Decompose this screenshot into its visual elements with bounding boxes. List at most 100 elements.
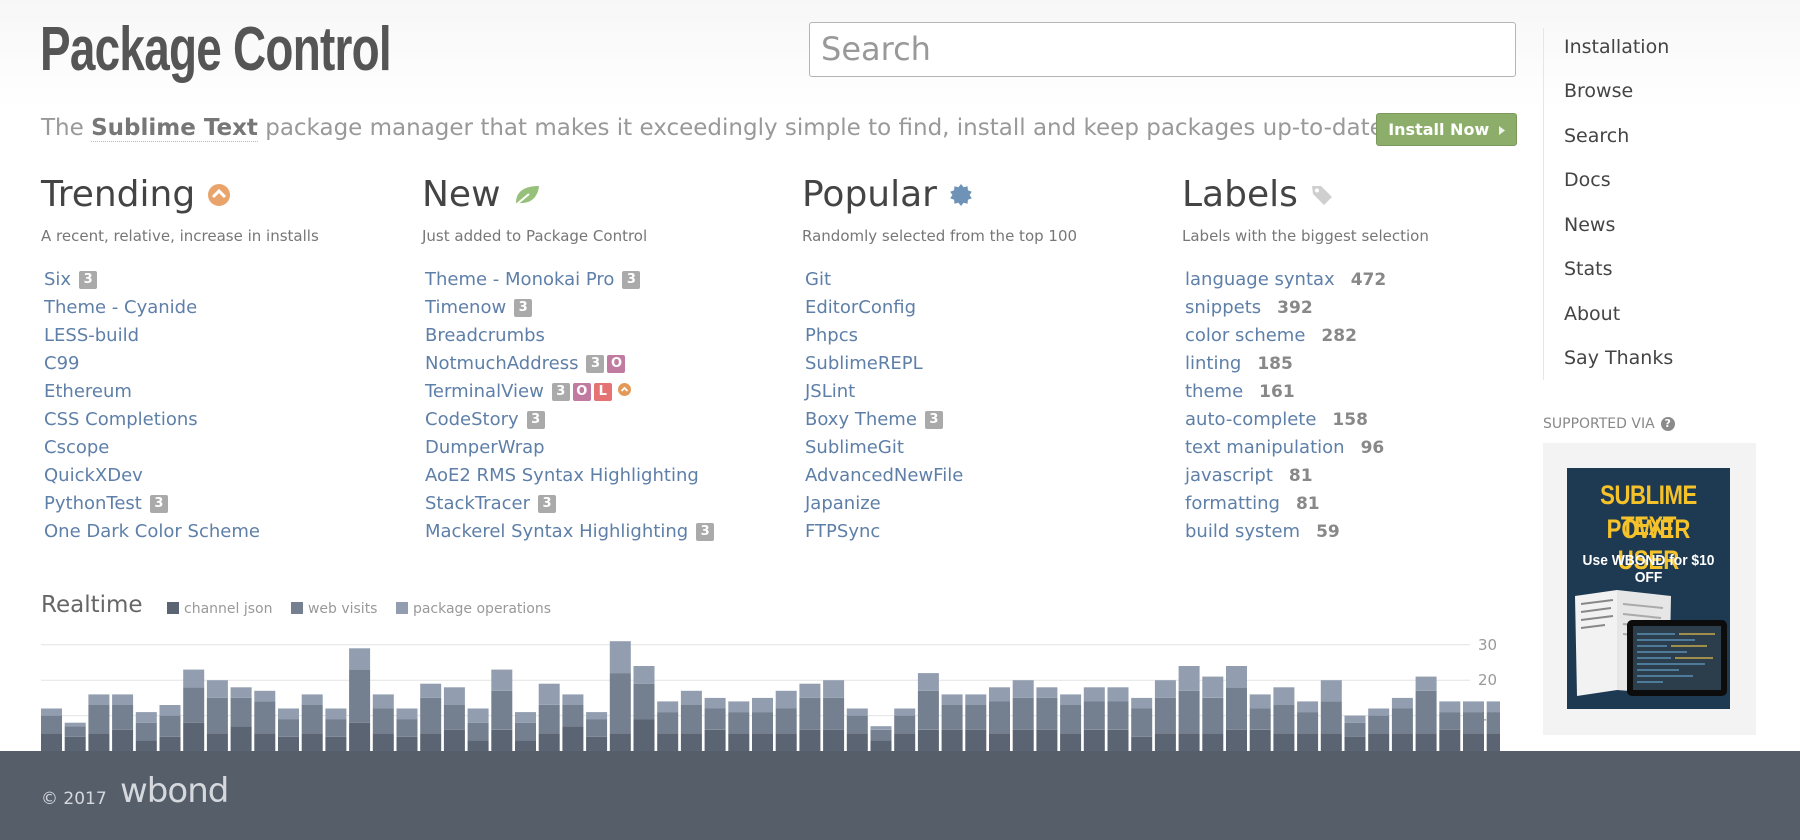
bar-web-visits bbox=[1439, 712, 1461, 730]
bar-web-visits bbox=[372, 708, 394, 734]
bar-package-operations bbox=[278, 708, 299, 720]
bar-package-operations bbox=[1320, 680, 1342, 702]
nav-news[interactable]: News bbox=[1564, 214, 1615, 236]
wbond-logo[interactable]: wbond bbox=[120, 771, 229, 811]
labels-subtitle: Labels with the biggest selection bbox=[1182, 227, 1429, 245]
label-link[interactable]: text manipulation bbox=[1185, 437, 1345, 458]
site-logo[interactable]: Package Control bbox=[40, 14, 392, 85]
badge-icon bbox=[949, 173, 973, 219]
bar-web-visits bbox=[823, 697, 845, 730]
list-item: color scheme 282 bbox=[1185, 322, 1386, 350]
label-count: 161 bbox=[1259, 382, 1295, 402]
legend-label: package operations bbox=[412, 601, 552, 617]
list-item: SublimeREPL bbox=[805, 350, 963, 378]
package-link[interactable]: QuickXDev bbox=[44, 465, 143, 486]
label-link[interactable]: linting bbox=[1185, 353, 1241, 374]
package-link[interactable]: EditorConfig bbox=[805, 297, 916, 318]
bar-web-visits bbox=[41, 715, 62, 734]
list-item: EditorConfig bbox=[805, 294, 963, 322]
bar-web-visits bbox=[586, 719, 608, 737]
label-link[interactable]: javascript bbox=[1185, 465, 1273, 486]
bar-package-operations bbox=[254, 690, 276, 702]
label-link[interactable]: build system bbox=[1185, 521, 1300, 542]
list-item: Cscope bbox=[44, 434, 260, 462]
nav-search[interactable]: Search bbox=[1564, 125, 1629, 147]
package-link[interactable]: Japanize bbox=[805, 493, 881, 514]
bar-channel-json bbox=[396, 736, 418, 751]
sponsor-ad[interactable]: SUBLIME TEXT POWER USER Use WBOND for $1… bbox=[1567, 468, 1730, 709]
list-item: TerminalView 3 O L bbox=[425, 378, 714, 406]
nav-say-thanks[interactable]: Say Thanks bbox=[1564, 347, 1673, 369]
package-link[interactable]: AdvancedNewFile bbox=[805, 465, 963, 486]
help-icon[interactable]: ? bbox=[1660, 417, 1675, 431]
new-title: New bbox=[422, 174, 501, 215]
label-link[interactable]: language syntax bbox=[1185, 269, 1335, 290]
package-link[interactable]: AoE2 RMS Syntax Highlighting bbox=[425, 465, 699, 486]
bar-channel-json bbox=[728, 733, 750, 751]
package-link[interactable]: CSS Completions bbox=[44, 409, 198, 430]
bar-web-visits bbox=[1083, 701, 1105, 730]
package-link[interactable]: Breadcrumbs bbox=[425, 325, 545, 346]
bar-channel-json bbox=[254, 733, 276, 751]
package-link[interactable]: Six bbox=[44, 269, 71, 290]
bar-package-operations bbox=[586, 712, 608, 720]
label-link[interactable]: snippets bbox=[1185, 297, 1261, 318]
list-item: JSLint bbox=[805, 378, 963, 406]
label-link[interactable]: formatting bbox=[1185, 493, 1280, 514]
popular-list: Git EditorConfig Phpcs SublimeREPL JSLin… bbox=[805, 266, 963, 546]
package-link[interactable]: One Dark Color Scheme bbox=[44, 521, 260, 542]
package-link[interactable]: NotmuchAddress bbox=[425, 353, 578, 374]
package-link[interactable]: C99 bbox=[44, 353, 79, 374]
package-link[interactable]: Theme - Cyanide bbox=[44, 297, 197, 318]
bar-web-visits bbox=[1202, 697, 1224, 734]
list-item: PythonTest 3 bbox=[44, 490, 260, 518]
search-input[interactable] bbox=[809, 22, 1516, 77]
package-link[interactable]: Git bbox=[805, 269, 831, 290]
tagline-post: package manager that makes it exceedingl… bbox=[265, 115, 1392, 141]
nav-browse[interactable]: Browse bbox=[1564, 80, 1633, 102]
label-link[interactable]: color scheme bbox=[1185, 325, 1305, 346]
bar-channel-json bbox=[41, 733, 62, 751]
sublime-text-link[interactable]: Sublime Text bbox=[91, 115, 258, 142]
package-link[interactable]: TerminalView bbox=[425, 381, 544, 402]
bar-channel-json bbox=[1463, 733, 1484, 751]
bar-package-operations bbox=[1415, 676, 1437, 691]
install-now-button[interactable]: Install Now bbox=[1376, 113, 1517, 146]
bar-package-operations bbox=[1391, 697, 1413, 709]
bar-channel-json bbox=[301, 733, 323, 751]
package-link[interactable]: DumperWrap bbox=[425, 437, 545, 458]
bar-package-operations bbox=[1463, 701, 1484, 712]
package-link[interactable]: StackTracer bbox=[425, 493, 530, 514]
package-link[interactable]: Timenow bbox=[425, 297, 506, 318]
label-link[interactable]: auto-complete bbox=[1185, 409, 1316, 430]
package-link[interactable]: SublimeGit bbox=[805, 437, 904, 458]
package-link[interactable]: LESS-build bbox=[44, 325, 139, 346]
package-link[interactable]: JSLint bbox=[805, 381, 855, 402]
package-link[interactable]: Theme - Monokai Pro bbox=[425, 269, 614, 290]
nav-installation[interactable]: Installation bbox=[1564, 36, 1669, 58]
nav-docs[interactable]: Docs bbox=[1564, 169, 1611, 191]
supported-via-text: SUPPORTED VIA bbox=[1543, 416, 1655, 432]
list-item: CSS Completions bbox=[44, 406, 260, 434]
bar-package-operations bbox=[917, 673, 939, 691]
package-link[interactable]: FTPSync bbox=[805, 521, 880, 542]
package-link[interactable]: Ethereum bbox=[44, 381, 132, 402]
trending-list: Six 3 Theme - Cyanide LESS-build C99 Ethe… bbox=[44, 266, 260, 546]
trending-title: Trending bbox=[41, 174, 196, 215]
package-link[interactable]: PythonTest bbox=[44, 493, 142, 514]
popular-subtitle: Randomly selected from the top 100 bbox=[802, 227, 1078, 245]
nav-stats[interactable]: Stats bbox=[1564, 258, 1613, 280]
package-link[interactable]: Mackerel Syntax Highlighting bbox=[425, 521, 688, 542]
nav-about[interactable]: About bbox=[1564, 303, 1620, 325]
package-link[interactable]: Cscope bbox=[44, 437, 109, 458]
package-link[interactable]: Boxy Theme bbox=[805, 409, 917, 430]
package-link[interactable]: CodeStory bbox=[425, 409, 519, 430]
bar-channel-json bbox=[230, 726, 252, 751]
package-link[interactable]: Phpcs bbox=[805, 325, 858, 346]
label-link[interactable]: theme bbox=[1185, 381, 1243, 402]
bar-package-operations bbox=[135, 712, 157, 723]
package-link[interactable]: SublimeREPL bbox=[805, 353, 923, 374]
bar-web-visits bbox=[1273, 705, 1295, 734]
bar-channel-json bbox=[491, 729, 513, 751]
st3-badge: 3 bbox=[149, 495, 168, 513]
